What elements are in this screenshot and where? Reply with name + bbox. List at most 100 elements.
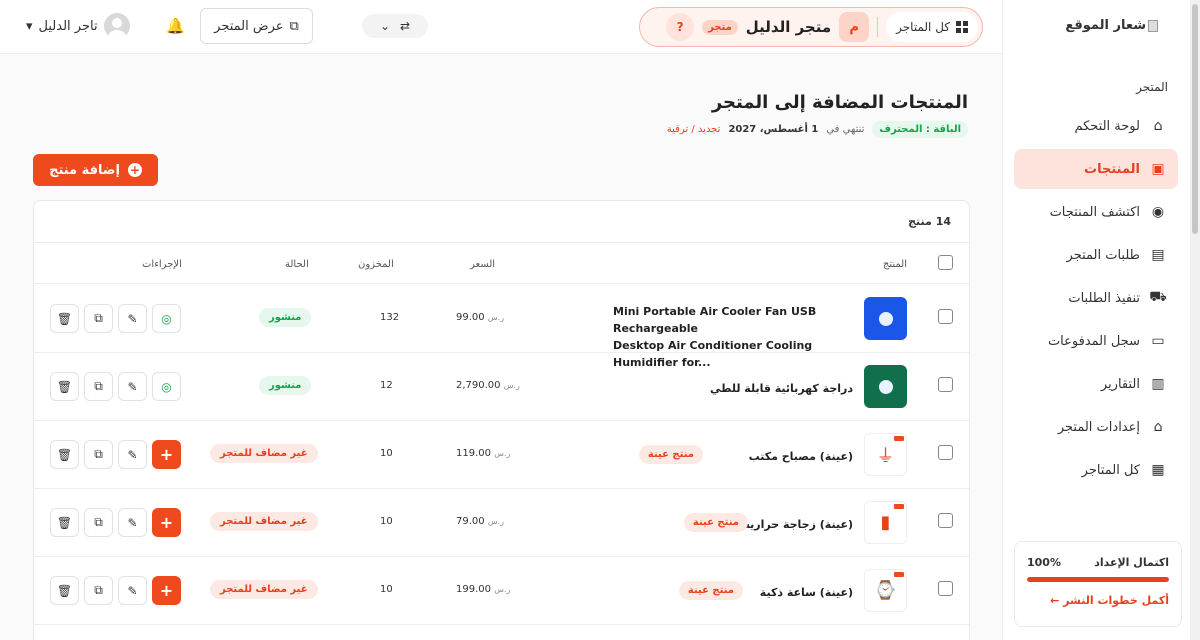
status-badge: غير مضاف للمتجر xyxy=(210,444,318,463)
renew-link[interactable]: تجديد / ترقية xyxy=(667,124,721,135)
setup-title: اكتمال الإعداد xyxy=(1094,556,1169,569)
product-name[interactable]: دراجة كهربائية قابلة للطي xyxy=(710,380,853,397)
currency: ر.س xyxy=(487,517,504,526)
plan-info: الباقة : المحترف تنتهي في 1 أغسطس، 2027 … xyxy=(667,121,968,138)
sidebar-item-3[interactable]: ▤ طلبات المتجر xyxy=(1014,235,1178,275)
status-badge: منشور xyxy=(259,376,312,395)
row-checkbox[interactable] xyxy=(938,309,953,324)
product-thumbnail[interactable]: ⌚ xyxy=(864,569,907,612)
table-row: دراجة كهربائية قابلة للطي 2,790.00 ر.س 12 م… xyxy=(34,353,969,421)
product-name[interactable]: (عينة) مصباح مكتب xyxy=(749,448,853,465)
chart-icon: ▥ xyxy=(1151,376,1165,392)
product-thumbnail[interactable] xyxy=(864,297,907,340)
sidebar-item-8[interactable]: ▦ كل المتاجر xyxy=(1014,450,1178,490)
scrollbar-thumb[interactable] xyxy=(1192,4,1198,234)
row-checkbox[interactable] xyxy=(938,445,953,460)
help-button[interactable]: ? xyxy=(666,13,695,41)
edit-icon[interactable]: ✎ xyxy=(118,508,147,537)
setup-progress-fill xyxy=(1027,577,1169,582)
user-name: تاجر الدليل xyxy=(38,18,98,34)
view-store-label: عرض المتجر xyxy=(214,18,284,34)
product-price: 199.00 ر.س xyxy=(456,584,510,595)
edit-icon[interactable]: ✎ xyxy=(118,372,147,401)
sidebar-item-label: سجل المدفوعات xyxy=(1047,333,1140,349)
price-value: 99.00 xyxy=(456,312,485,323)
product-price: 2,790.00 ر.س xyxy=(456,380,520,391)
delete-icon[interactable]: 🗑 xyxy=(50,576,79,605)
sidebar-item-2[interactable]: ◉ اكتشف المنتجات xyxy=(1014,192,1178,232)
truck-icon: ⛟ xyxy=(1149,289,1167,305)
external-link-icon[interactable]: ⧉ xyxy=(84,576,113,605)
user-menu[interactable]: ▾ تاجر الدليل xyxy=(26,13,130,39)
status-badge: منشور xyxy=(259,308,312,327)
row-checkbox[interactable] xyxy=(938,377,953,392)
add-product-button[interactable]: + إضافة منتج xyxy=(33,154,158,186)
sidebar-item-1[interactable]: ▣ المنتجات xyxy=(1014,149,1178,189)
all-stores-button[interactable]: كل المتاجر xyxy=(886,12,978,42)
view-store-button[interactable]: ⧉ عرض المتجر xyxy=(200,8,313,44)
plan-badge: الباقة : المحترف xyxy=(872,121,968,138)
external-link-icon[interactable]: ⧉ xyxy=(84,440,113,469)
edit-icon[interactable]: ✎ xyxy=(118,304,147,333)
sidebar: شعار الموقع المتجر ⌂ لوحة التحكم ▣ المنتجات… xyxy=(1002,0,1200,640)
expires-date: 1 أغسطس، 2027 xyxy=(728,124,819,135)
external-link-icon: ⧉ xyxy=(289,18,299,34)
sidebar-item-label: كل المتاجر xyxy=(1081,462,1140,478)
sidebar-item-0[interactable]: ⌂ لوحة التحكم xyxy=(1014,106,1178,146)
row-checkbox[interactable] xyxy=(938,581,953,596)
edit-icon[interactable]: ✎ xyxy=(118,440,147,469)
edit-icon[interactable]: ✎ xyxy=(118,576,147,605)
table-header: المنتج السعر المخزون الحالة الإجراءات xyxy=(34,242,969,284)
product-name[interactable]: (عينة) ساعة ذكية xyxy=(760,584,853,601)
clipboard-icon: ▤ xyxy=(1151,247,1165,263)
delete-icon[interactable]: 🗑 xyxy=(50,508,79,537)
row-checkbox[interactable] xyxy=(938,513,953,528)
add-to-store-button[interactable]: + xyxy=(152,508,181,537)
grid-icon xyxy=(956,21,968,33)
header-status: الحالة xyxy=(285,259,309,270)
money-icon: ▭ xyxy=(1151,333,1165,349)
product-stock: 132 xyxy=(380,312,400,323)
sample-tag-icon xyxy=(894,436,904,441)
sidebar-item-4[interactable]: ⛟ تنفيذ الطلبات xyxy=(1014,278,1178,318)
sidebar-section-title: المتجر xyxy=(1136,80,1168,94)
add-to-store-button[interactable]: + xyxy=(152,440,181,469)
store-switch-button[interactable]: ⇄ ⌄ xyxy=(362,14,428,38)
product-name-line1: Mini Portable Air Cooler Fan USB Recharg… xyxy=(613,305,817,335)
delete-icon[interactable]: 🗑 xyxy=(50,304,79,333)
external-link-icon[interactable]: ⧉ xyxy=(84,304,113,333)
select-all-checkbox[interactable] xyxy=(938,255,953,270)
status-badge: غير مضاف للمتجر xyxy=(210,580,318,599)
eye-off-icon[interactable]: ◎ xyxy=(152,304,181,333)
complete-steps-link[interactable]: أكمل خطوات النشر ← xyxy=(1027,594,1169,607)
swap-icon: ⇄ xyxy=(400,19,411,33)
currency: ر.س xyxy=(494,585,511,594)
eye-off-icon[interactable]: ◎ xyxy=(152,372,181,401)
store-switcher: كل المتاجر م متجر الدليل متجر ? xyxy=(639,7,983,47)
external-link-icon[interactable]: ⧉ xyxy=(84,508,113,537)
sidebar-item-7[interactable]: ⌂ إعدادات المتجر xyxy=(1014,407,1178,447)
external-link-icon[interactable]: ⧉ xyxy=(84,372,113,401)
products-table: 14 منتج المنتج السعر المخزون الحالة الإج… xyxy=(33,200,970,640)
header-stock: المخزون xyxy=(358,259,394,270)
product-thumbnail[interactable] xyxy=(864,365,907,408)
product-thumbnail[interactable]: ⏚ xyxy=(864,433,907,476)
sidebar-item-5[interactable]: ▭ سجل المدفوعات xyxy=(1014,321,1178,361)
add-to-store-button[interactable]: + xyxy=(152,576,181,605)
table-row: ⌚ (عينة) ساعة ذكية منتج عينة 199.00 ر.س 10 غي… xyxy=(34,557,969,625)
page-scrollbar[interactable] xyxy=(1190,0,1200,640)
delete-icon[interactable]: 🗑 xyxy=(50,440,79,469)
product-stock: 10 xyxy=(380,516,393,527)
product-name[interactable]: (عينة) زجاجة حرارية xyxy=(743,516,853,533)
sidebar-item-label: إعدادات المتجر xyxy=(1057,419,1140,435)
grid-icon: ▦ xyxy=(1151,462,1165,478)
sample-badge: منتج عينة xyxy=(683,513,748,532)
site-logo[interactable]: شعار الموقع xyxy=(1065,18,1158,33)
product-thumbnail[interactable]: ▮ xyxy=(864,501,907,544)
delete-icon[interactable]: 🗑 xyxy=(50,372,79,401)
store-name[interactable]: متجر الدليل xyxy=(746,18,831,36)
price-value: 79.00 xyxy=(456,516,485,527)
sidebar-item-6[interactable]: ▥ التقارير xyxy=(1014,364,1178,404)
bell-icon[interactable]: 🔔 xyxy=(166,17,185,35)
price-value: 199.00 xyxy=(456,584,491,595)
